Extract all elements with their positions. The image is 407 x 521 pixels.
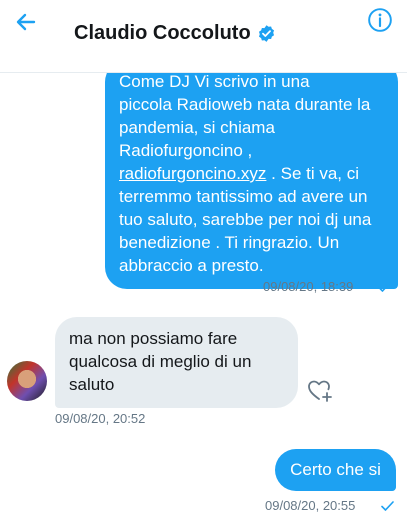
message-bubble-outgoing[interactable]: Certo che si [275,449,396,491]
react-button[interactable] [306,376,334,404]
message-bubble-incoming[interactable]: ma non possiamo fare qualcosa di meglio … [55,317,298,408]
message-text: piccola Radioweb nata durante la pandemi… [119,95,371,160]
message-link[interactable]: radiofurgoncino.xyz [119,164,266,183]
info-icon [368,8,392,32]
message-timestamp: 09/08/20, 18:39 [263,279,354,294]
info-button[interactable] [364,4,396,36]
conversation-header: Claudio Coccoluto [0,0,407,73]
avatar[interactable] [7,361,47,401]
message-list[interactable]: Come DJ Vi scrivo in una piccola Radiowe… [0,73,407,521]
checkmark-icon [378,282,391,292]
contact-title[interactable]: Claudio Coccoluto [74,20,276,46]
message-timestamp: 09/08/20, 20:55 [265,498,356,513]
arrow-left-icon [16,13,36,31]
heart-plus-icon [308,380,332,402]
message-text: Come DJ Vi scrivo in una [119,73,310,91]
contact-name: Claudio Coccoluto [74,21,251,44]
message-timestamp: 09/08/20, 20:52 [55,411,146,426]
verified-badge-icon [258,24,274,42]
message-bubble-outgoing[interactable]: Come DJ Vi scrivo in una piccola Radiowe… [105,73,398,289]
checkmark-icon [381,501,394,511]
back-button[interactable] [8,4,44,40]
